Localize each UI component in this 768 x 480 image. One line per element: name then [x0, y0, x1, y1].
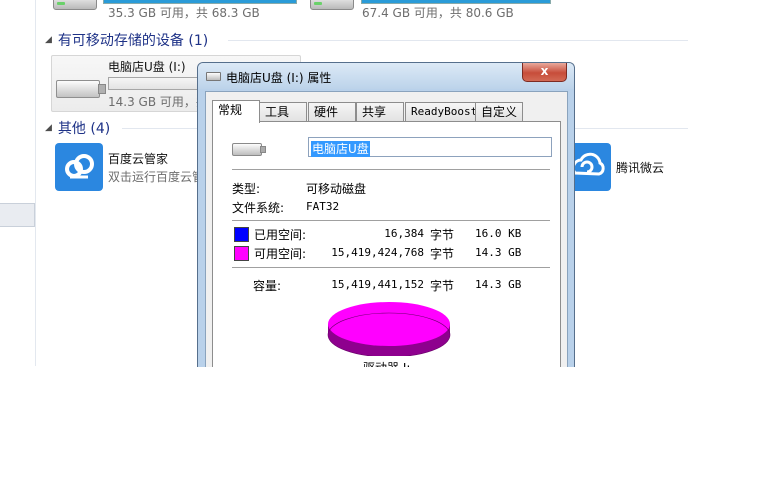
general-tab-page: 电脑店U盘 类型: 可移动磁盘 文件系统: FAT32 已用空间: 16,384…: [212, 121, 561, 367]
group-header-removable[interactable]: ◢ 有可移动存储的设备 (1): [45, 30, 208, 50]
drive-name-input[interactable]: 电脑店U盘: [308, 137, 552, 157]
capacity-label: 容量:: [253, 279, 282, 293]
navigation-pane-item[interactable]: [0, 203, 35, 227]
drive-space-text: 35.3 GB 可用，共 68.3 GB: [108, 6, 260, 20]
app-description: 双击运行百度云管: [108, 170, 205, 184]
usb-drive-icon: [206, 72, 222, 81]
free-space-label: 可用空间:: [254, 247, 307, 261]
free-space-swatch: [234, 246, 249, 261]
group-divider: [228, 40, 688, 41]
drive-tile[interactable]: [51, 0, 97, 12]
tab-hardware[interactable]: 硬件: [308, 102, 356, 121]
used-space-label: 已用空间:: [254, 228, 307, 242]
close-button[interactable]: x: [522, 63, 567, 82]
drive-letter-label: 驱动器 I:: [363, 359, 410, 367]
usb-space-text: 14.3 GB 可用，共: [108, 95, 208, 109]
collapse-triangle-icon[interactable]: ◢: [45, 35, 52, 45]
dialog-title: 电脑店U盘 (I:) 属性: [226, 71, 332, 85]
properties-dialog: 电脑店U盘 (I:) 属性 x 常规 工具 硬件 共享 ReadyBoost 自…: [197, 62, 575, 367]
used-space-unit: 字节: [430, 228, 455, 242]
dialog-titlebar[interactable]: 电脑店U盘 (I:) 属性 x: [198, 63, 574, 89]
app-tile-weiyun[interactable]: 腾讯微云: [563, 143, 693, 193]
filesystem-value: FAT32: [306, 200, 340, 213]
type-label: 类型:: [232, 182, 261, 196]
app-name: 腾讯微云: [616, 161, 665, 175]
used-space-bytes: 16,384: [384, 227, 424, 240]
hard-drive-icon: [308, 0, 354, 12]
navigation-pane-divider: [35, 0, 36, 366]
baidu-cloud-icon: [55, 143, 103, 191]
type-value: 可移动磁盘: [306, 182, 367, 196]
free-space-bytes: 15,419,424,768: [331, 246, 424, 259]
usb-drive-icon: [56, 78, 106, 102]
dialog-client: 常规 工具 硬件 共享 ReadyBoost 自定义 电脑店U盘 类型: 可移动…: [205, 91, 568, 367]
group-header-label: 有可移动存储的设备 (1): [57, 33, 209, 49]
drive-name-value: 电脑店U盘: [311, 141, 370, 157]
separator: [232, 169, 550, 170]
drive-space-text: 67.4 GB 可用，共 80.6 GB: [362, 6, 514, 20]
collapse-triangle-icon[interactable]: ◢: [45, 123, 52, 133]
tab-customize[interactable]: 自定义: [475, 102, 523, 121]
free-space-size: 14.3 GB: [475, 246, 522, 259]
pie-free-slice: [328, 302, 450, 346]
usb-drive-icon: [232, 141, 266, 157]
group-header-other[interactable]: ◢ 其他 (4): [45, 118, 110, 138]
capacity-bytes: 15,419,441,152: [331, 278, 424, 291]
separator: [232, 220, 550, 221]
tab-tools[interactable]: 工具: [259, 102, 307, 121]
capacity-size: 14.3 GB: [475, 278, 522, 291]
drive-tile[interactable]: [308, 0, 354, 12]
tab-general[interactable]: 常规: [212, 100, 260, 123]
tab-readyboost[interactable]: ReadyBoost: [405, 102, 480, 121]
separator: [232, 267, 550, 268]
hard-drive-icon: [51, 0, 97, 12]
group-header-label: 其他 (4): [57, 121, 111, 137]
tab-sharing[interactable]: 共享: [356, 102, 404, 121]
capacity-unit: 字节: [430, 279, 455, 293]
disk-usage-pie: [327, 302, 451, 356]
app-name: 百度云管家: [108, 152, 169, 166]
used-space-size: 16.0 KB: [475, 227, 522, 240]
used-space-swatch: [234, 227, 249, 242]
free-space-unit: 字节: [430, 247, 455, 261]
usb-drive-name: 电脑店U盘 (I:): [108, 60, 186, 74]
filesystem-label: 文件系统:: [232, 201, 285, 215]
